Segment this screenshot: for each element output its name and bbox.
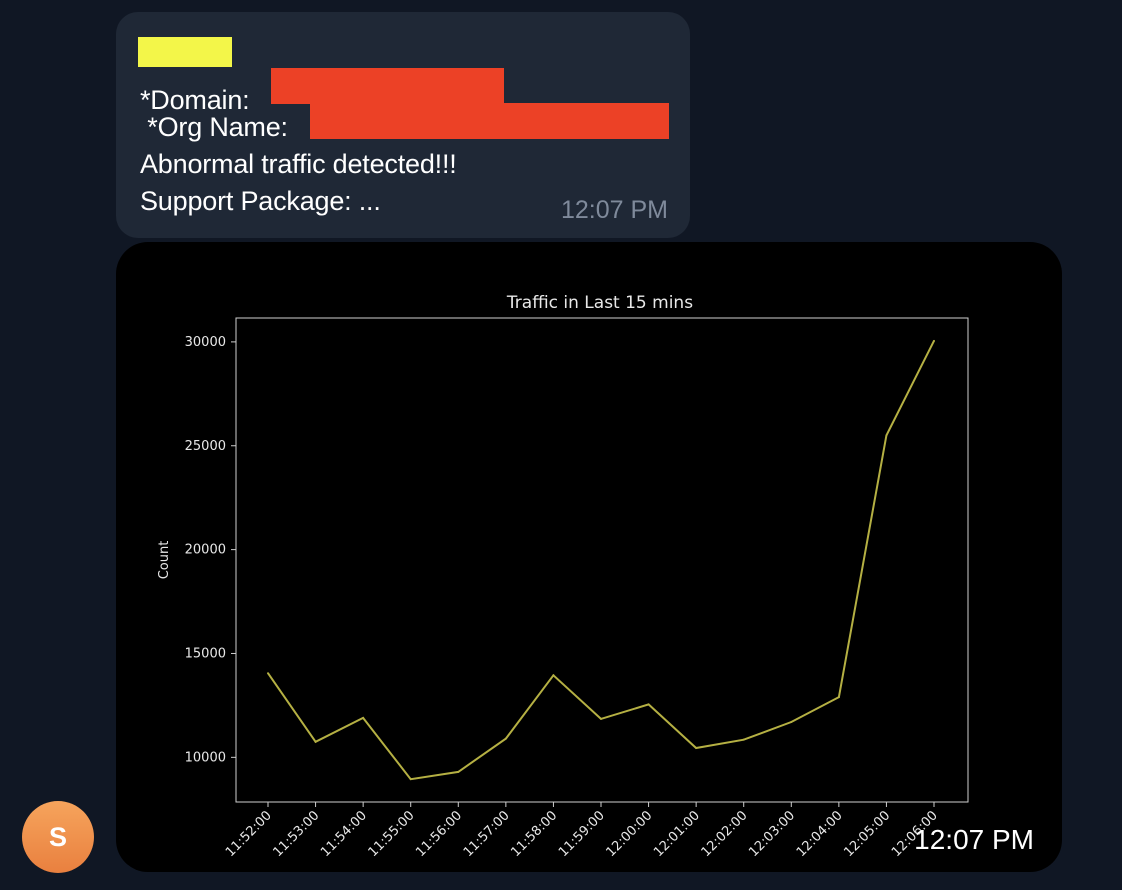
x-tick-label: 11:54:00 (318, 808, 370, 860)
data-point (314, 740, 317, 743)
x-tick-label: 11:59:00 (556, 808, 608, 860)
chart-title: Traffic in Last 15 mins (506, 293, 693, 313)
data-point (885, 434, 888, 437)
data-point (600, 717, 602, 720)
x-tick-label: 11:56:00 (413, 808, 465, 860)
sender-avatar[interactable]: S (22, 801, 94, 873)
data-point (267, 672, 269, 675)
y-tick-label: 20000 (185, 543, 226, 558)
x-tick-label: 12:01:00 (651, 808, 703, 860)
alert-text: Abnormal traffic detected!!! (140, 149, 457, 179)
y-tick-label: 30000 (185, 335, 226, 350)
data-point (933, 339, 935, 342)
data-point (837, 696, 840, 699)
x-tick-label: 11:58:00 (508, 808, 560, 860)
data-point (457, 770, 460, 773)
plot-frame (235, 317, 969, 803)
x-tick-label: 12:02:00 (699, 808, 751, 860)
x-axis: 11:52:0011:53:0011:54:0011:55:0011:56:00… (223, 802, 941, 860)
data-point (742, 738, 745, 741)
y-tick-label: 15000 (185, 646, 226, 661)
data-point (362, 716, 365, 719)
data-points (267, 339, 935, 781)
y-tick-label: 10000 (185, 750, 226, 765)
data-point (409, 778, 412, 781)
x-tick-label: 11:57:00 (461, 808, 513, 860)
redacted-domain (271, 68, 504, 104)
data-point (504, 737, 507, 740)
x-tick-label: 11:52:00 (223, 808, 275, 860)
avatar-initial: S (48, 821, 67, 852)
traffic-chart: Traffic in Last 15 mins Count 10000 15000… (157, 293, 969, 860)
y-axis: 10000 15000 20000 25000 30000 (185, 335, 236, 765)
redacted-sender-name (138, 37, 232, 67)
data-point (647, 703, 650, 706)
org-name-label: *Org Name: (140, 112, 288, 142)
x-tick-label: 11:55:00 (366, 808, 418, 860)
support-package-text: Support Package: ... (140, 186, 381, 216)
x-tick-label: 12:03:00 (746, 808, 798, 860)
data-point (790, 721, 793, 724)
y-tick-label: 25000 (185, 439, 226, 454)
chart-image-message[interactable]: Traffic in Last 15 mins Count 10000 15000… (116, 242, 1062, 872)
x-tick-label: 12:04:00 (794, 808, 846, 860)
message-timestamp: 12:07 PM (560, 196, 668, 224)
alert-message-bubble[interactable]: *Domain: *Org Name: Abnormal traffic det… (116, 12, 690, 238)
traffic-series-line (267, 340, 935, 781)
data-point (695, 746, 698, 749)
data-point (552, 674, 555, 677)
x-tick-label: 12:00:00 (604, 808, 656, 860)
image-message-timestamp: 12:07 PM (914, 824, 1034, 855)
x-tick-label: 12:05:00 (841, 808, 893, 860)
y-axis-label: Count (157, 541, 172, 580)
redacted-org-name (310, 103, 669, 139)
x-tick-label: 11:53:00 (271, 808, 323, 860)
